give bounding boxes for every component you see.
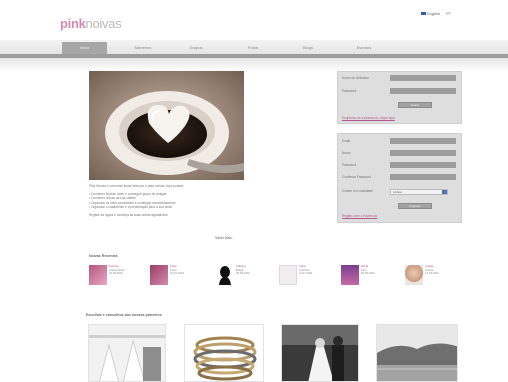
member-date: 11.07.2011: [299, 271, 313, 276]
member-date: 22.09.2010: [109, 271, 123, 276]
member-date: 25.08.2010: [236, 271, 250, 276]
confirm-password-label: Confirmar Password: [342, 175, 371, 179]
gallery-thumb-landscape[interactable]: [376, 324, 458, 382]
register-panel: Email Nome Password Confirmar Password C…: [337, 133, 462, 223]
avatar: [405, 265, 423, 285]
uk-flag-icon: [421, 12, 426, 16]
avatar: [216, 265, 234, 285]
tab-blogs[interactable]: Blogs: [293, 42, 323, 54]
username-input[interactable]: [390, 75, 456, 81]
tab-photos[interactable]: Fotos: [238, 42, 268, 54]
register-button[interactable]: Registar: [398, 203, 432, 209]
tab-home[interactable]: Início: [62, 42, 107, 54]
member-date: 03.06.2011: [361, 271, 375, 276]
avatar: [341, 265, 359, 285]
username-label: Nome de Utilizador: [342, 76, 370, 80]
site-logo[interactable]: pinknoivas: [60, 16, 122, 31]
intro-text: Pink Noivas é uma rede social feita por …: [89, 184, 249, 221]
avatar: [150, 265, 168, 285]
member-card[interactable]: Carla Porto 31.10.2010: [150, 264, 204, 295]
login-panel: Nome de Utilizador Password Entrar Esque…: [337, 71, 462, 124]
member-date: 31.10.2010: [170, 271, 184, 276]
password-input[interactable]: [390, 88, 456, 94]
avatar: [89, 265, 107, 285]
gallery-section-title: Escolhas e conselhos dos nossos parceiro…: [86, 313, 162, 317]
member-card[interactable]: Angela Lisboa 17.04.2011: [405, 264, 459, 295]
read-more-link[interactable]: Saber Mais...: [215, 236, 234, 240]
member-card[interactable]: Adriana Braga 25.08.2010: [216, 264, 270, 295]
language-other[interactable]: PT: [446, 11, 451, 16]
intro-benefits-list: • Conhecer Noivas, fazer e conseguir gru…: [89, 192, 249, 210]
member-card[interactable]: Sofia Coimbra 11.07.2011: [279, 264, 333, 295]
intro-lead: Pink Noivas é uma rede social feita por …: [89, 184, 184, 188]
gallery-thumb-dresses[interactable]: [88, 324, 166, 382]
members-section-title: Noivas Recentes: [89, 254, 118, 258]
language-english[interactable]: English: [421, 11, 440, 16]
email-input[interactable]: [390, 138, 456, 144]
facebook-register-link[interactable]: Registo com o Facebook: [342, 214, 377, 218]
city-select[interactable]: Lisboa: [390, 189, 448, 195]
top-header: pinknoivas English PT: [0, 0, 508, 40]
intro-footer: Registe-se agora e conheça as suas outra…: [89, 212, 168, 217]
reg-password-label: Password: [342, 163, 356, 167]
tab-groups[interactable]: Grupos: [181, 42, 211, 54]
email-label: Email: [342, 139, 350, 143]
avatar: [279, 265, 297, 285]
name-label: Nome: [342, 151, 351, 155]
intro-benefit: • Organizar o casamento e a presentação …: [89, 205, 172, 210]
hero-image: [89, 71, 244, 180]
password-label: Password: [342, 89, 356, 93]
reg-password-input[interactable]: [390, 162, 456, 168]
gallery-thumb-couple[interactable]: [281, 324, 359, 382]
member-date: 17.04.2011: [425, 271, 439, 276]
language-switcher: English PT: [421, 11, 451, 16]
logo-part-gray: noivas: [85, 16, 122, 31]
tab-members[interactable]: Membros: [128, 42, 158, 54]
logo-part-pink: pink: [60, 16, 86, 31]
forgot-password-link[interactable]: Esqueceu-se a password, clique aqui: [342, 116, 395, 120]
city-label: Cidade ou Localidade: [342, 189, 373, 193]
name-input[interactable]: [390, 150, 456, 156]
member-card[interactable]: Patricia Lisboa Norte 22.09.2010: [89, 264, 143, 295]
tab-events[interactable]: Eventos: [347, 42, 381, 54]
member-card[interactable]: Marta Faro 03.06.2011: [341, 264, 395, 295]
confirm-password-input[interactable]: [390, 174, 456, 180]
login-button[interactable]: Entrar: [398, 102, 432, 108]
nav-shadow: [0, 58, 508, 72]
chevron-down-icon: [442, 190, 447, 194]
silhouette-icon: [219, 266, 231, 285]
gallery-thumb-rings[interactable]: [184, 324, 264, 382]
